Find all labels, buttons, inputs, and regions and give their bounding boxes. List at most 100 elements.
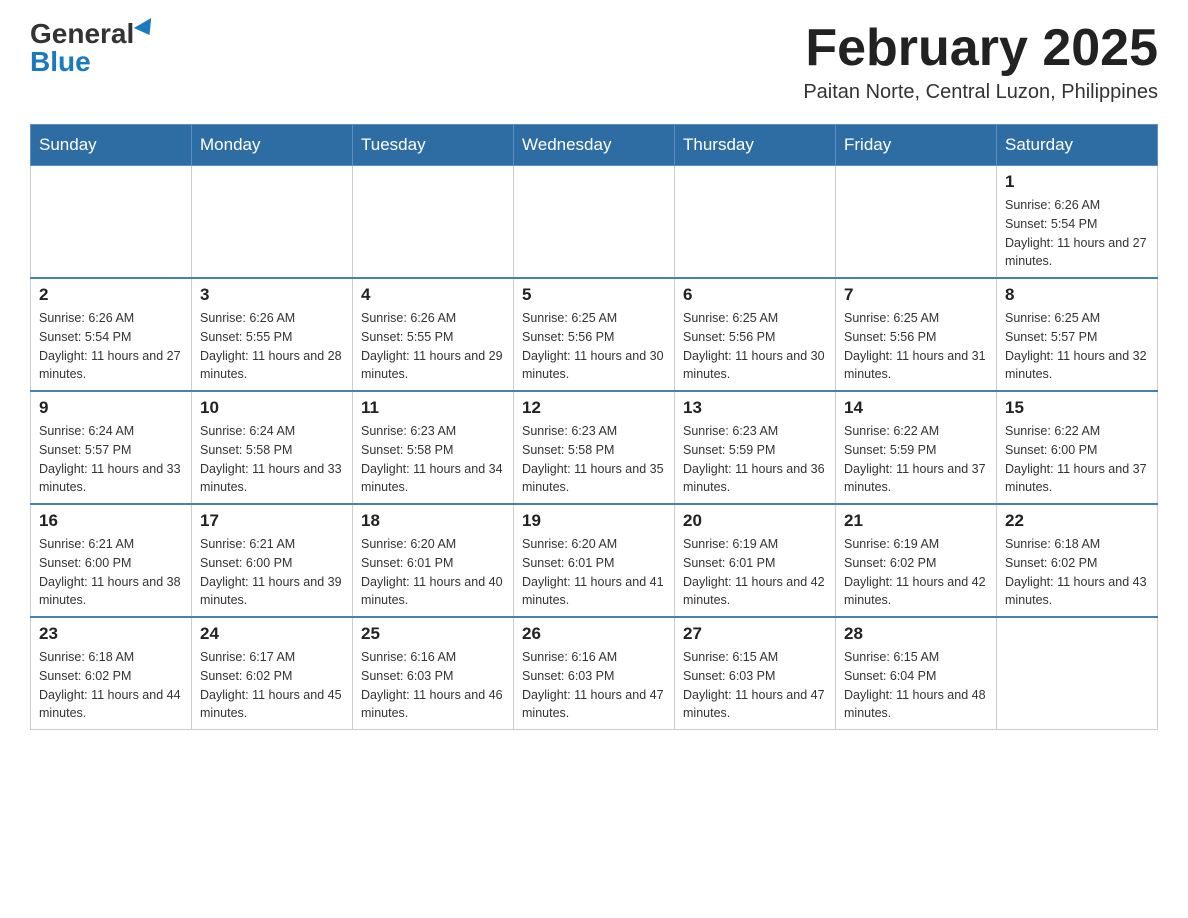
day-sun-info: Sunrise: 6:25 AMSunset: 5:57 PMDaylight:… (1005, 309, 1149, 384)
day-number: 10 (200, 398, 344, 418)
logo-blue-text: Blue (30, 46, 91, 77)
calendar-cell (192, 166, 353, 279)
day-number: 9 (39, 398, 183, 418)
day-sun-info: Sunrise: 6:24 AMSunset: 5:57 PMDaylight:… (39, 422, 183, 497)
day-sun-info: Sunrise: 6:22 AMSunset: 6:00 PMDaylight:… (1005, 422, 1149, 497)
day-sun-info: Sunrise: 6:20 AMSunset: 6:01 PMDaylight:… (361, 535, 505, 610)
calendar-day-header: Thursday (675, 125, 836, 166)
calendar-week-row: 2 Sunrise: 6:26 AMSunset: 5:54 PMDaylight… (31, 278, 1158, 391)
calendar-week-row: 1 Sunrise: 6:26 AMSunset: 5:54 PMDaylight… (31, 166, 1158, 279)
day-number: 23 (39, 624, 183, 644)
calendar-cell: 3 Sunrise: 6:26 AMSunset: 5:55 PMDaylight… (192, 278, 353, 391)
day-number: 6 (683, 285, 827, 305)
calendar-cell: 19Sunrise: 6:20 AMSunset: 6:01 PMDayligh… (514, 504, 675, 617)
day-number: 21 (844, 511, 988, 531)
calendar-cell: 4 Sunrise: 6:26 AMSunset: 5:55 PMDaylight… (353, 278, 514, 391)
day-sun-info: Sunrise: 6:25 AMSunset: 5:56 PMDaylight:… (522, 309, 666, 384)
calendar-cell (31, 166, 192, 279)
day-number: 24 (200, 624, 344, 644)
calendar-table: SundayMondayTuesdayWednesdayThursdayFrid… (30, 124, 1158, 730)
day-sun-info: Sunrise: 6:18 AMSunset: 6:02 PMDaylight:… (39, 648, 183, 723)
calendar-cell: 28 Sunrise: 6:15 AMSunset: 6:04 PMDayligh… (836, 617, 997, 730)
day-sun-info: Sunrise: 6:17 AMSunset: 6:02 PMDaylight:… (200, 648, 344, 723)
calendar-cell: 27Sunrise: 6:15 AMSunset: 6:03 PMDayligh… (675, 617, 836, 730)
calendar-cell: 21 Sunrise: 6:19 AMSunset: 6:02 PMDayligh… (836, 504, 997, 617)
calendar-cell: 6 Sunrise: 6:25 AMSunset: 5:56 PMDaylight… (675, 278, 836, 391)
day-number: 22 (1005, 511, 1149, 531)
calendar-cell: 26 Sunrise: 6:16 AMSunset: 6:03 PMDayligh… (514, 617, 675, 730)
calendar-cell: 12 Sunrise: 6:23 AMSunset: 5:58 PMDayligh… (514, 391, 675, 504)
day-number: 4 (361, 285, 505, 305)
day-sun-info: Sunrise: 6:15 AMSunset: 6:04 PMDaylight:… (844, 648, 988, 723)
day-number: 15 (1005, 398, 1149, 418)
day-sun-info: Sunrise: 6:20 AMSunset: 6:01 PMDaylight:… (522, 535, 666, 610)
calendar-cell (514, 166, 675, 279)
calendar-header-row: SundayMondayTuesdayWednesdayThursdayFrid… (31, 125, 1158, 166)
day-number: 2 (39, 285, 183, 305)
calendar-cell: 11Sunrise: 6:23 AMSunset: 5:58 PMDayligh… (353, 391, 514, 504)
day-number: 16 (39, 511, 183, 531)
calendar-cell: 16 Sunrise: 6:21 AMSunset: 6:00 PMDayligh… (31, 504, 192, 617)
day-number: 28 (844, 624, 988, 644)
calendar-cell: 23 Sunrise: 6:18 AMSunset: 6:02 PMDayligh… (31, 617, 192, 730)
calendar-cell: 5 Sunrise: 6:25 AMSunset: 5:56 PMDaylight… (514, 278, 675, 391)
calendar-cell: 9 Sunrise: 6:24 AMSunset: 5:57 PMDaylight… (31, 391, 192, 504)
calendar-day-header: Wednesday (514, 125, 675, 166)
calendar-day-header: Sunday (31, 125, 192, 166)
calendar-cell: 17 Sunrise: 6:21 AMSunset: 6:00 PMDayligh… (192, 504, 353, 617)
title-area: February 2025 Paitan Norte, Central Luzo… (803, 20, 1158, 104)
calendar-cell: 10Sunrise: 6:24 AMSunset: 5:58 PMDayligh… (192, 391, 353, 504)
day-sun-info: Sunrise: 6:23 AMSunset: 5:58 PMDaylight:… (361, 422, 505, 497)
day-number: 25 (361, 624, 505, 644)
day-sun-info: Sunrise: 6:26 AMSunset: 5:55 PMDaylight:… (361, 309, 505, 384)
day-sun-info: Sunrise: 6:21 AMSunset: 6:00 PMDaylight:… (39, 535, 183, 610)
day-number: 1 (1005, 172, 1149, 192)
calendar-cell: 14 Sunrise: 6:22 AMSunset: 5:59 PMDayligh… (836, 391, 997, 504)
day-number: 3 (200, 285, 344, 305)
calendar-day-header: Monday (192, 125, 353, 166)
calendar-week-row: 16 Sunrise: 6:21 AMSunset: 6:00 PMDayligh… (31, 504, 1158, 617)
day-number: 20 (683, 511, 827, 531)
day-sun-info: Sunrise: 6:26 AMSunset: 5:54 PMDaylight:… (39, 309, 183, 384)
day-number: 7 (844, 285, 988, 305)
calendar-cell (675, 166, 836, 279)
calendar-day-header: Friday (836, 125, 997, 166)
day-number: 5 (522, 285, 666, 305)
month-title: February 2025 (803, 20, 1158, 77)
day-sun-info: Sunrise: 6:16 AMSunset: 6:03 PMDaylight:… (361, 648, 505, 723)
calendar-cell: 24 Sunrise: 6:17 AMSunset: 6:02 PMDayligh… (192, 617, 353, 730)
day-number: 8 (1005, 285, 1149, 305)
logo: General Blue (30, 20, 156, 76)
calendar-cell (997, 617, 1158, 730)
calendar-cell: 22 Sunrise: 6:18 AMSunset: 6:02 PMDayligh… (997, 504, 1158, 617)
day-number: 26 (522, 624, 666, 644)
day-sun-info: Sunrise: 6:26 AMSunset: 5:54 PMDaylight:… (1005, 196, 1149, 271)
calendar-cell: 15 Sunrise: 6:22 AMSunset: 6:00 PMDayligh… (997, 391, 1158, 504)
calendar-week-row: 9 Sunrise: 6:24 AMSunset: 5:57 PMDaylight… (31, 391, 1158, 504)
day-sun-info: Sunrise: 6:25 AMSunset: 5:56 PMDaylight:… (683, 309, 827, 384)
calendar-week-row: 23 Sunrise: 6:18 AMSunset: 6:02 PMDayligh… (31, 617, 1158, 730)
calendar-cell: 7 Sunrise: 6:25 AMSunset: 5:56 PMDaylight… (836, 278, 997, 391)
day-sun-info: Sunrise: 6:23 AMSunset: 5:59 PMDaylight:… (683, 422, 827, 497)
day-sun-info: Sunrise: 6:23 AMSunset: 5:58 PMDaylight:… (522, 422, 666, 497)
day-sun-info: Sunrise: 6:21 AMSunset: 6:00 PMDaylight:… (200, 535, 344, 610)
day-sun-info: Sunrise: 6:26 AMSunset: 5:55 PMDaylight:… (200, 309, 344, 384)
calendar-cell: 1 Sunrise: 6:26 AMSunset: 5:54 PMDaylight… (997, 166, 1158, 279)
logo-arrow-icon (134, 18, 158, 40)
calendar-cell: 25 Sunrise: 6:16 AMSunset: 6:03 PMDayligh… (353, 617, 514, 730)
day-sun-info: Sunrise: 6:25 AMSunset: 5:56 PMDaylight:… (844, 309, 988, 384)
day-number: 13 (683, 398, 827, 418)
day-sun-info: Sunrise: 6:19 AMSunset: 6:02 PMDaylight:… (844, 535, 988, 610)
calendar-cell (353, 166, 514, 279)
logo-general-text: General (30, 20, 134, 48)
calendar-cell: 2 Sunrise: 6:26 AMSunset: 5:54 PMDaylight… (31, 278, 192, 391)
day-sun-info: Sunrise: 6:16 AMSunset: 6:03 PMDaylight:… (522, 648, 666, 723)
day-sun-info: Sunrise: 6:18 AMSunset: 6:02 PMDaylight:… (1005, 535, 1149, 610)
day-number: 27 (683, 624, 827, 644)
calendar-cell (836, 166, 997, 279)
day-number: 12 (522, 398, 666, 418)
day-sun-info: Sunrise: 6:22 AMSunset: 5:59 PMDaylight:… (844, 422, 988, 497)
day-number: 17 (200, 511, 344, 531)
day-number: 14 (844, 398, 988, 418)
calendar-cell: 20Sunrise: 6:19 AMSunset: 6:01 PMDayligh… (675, 504, 836, 617)
